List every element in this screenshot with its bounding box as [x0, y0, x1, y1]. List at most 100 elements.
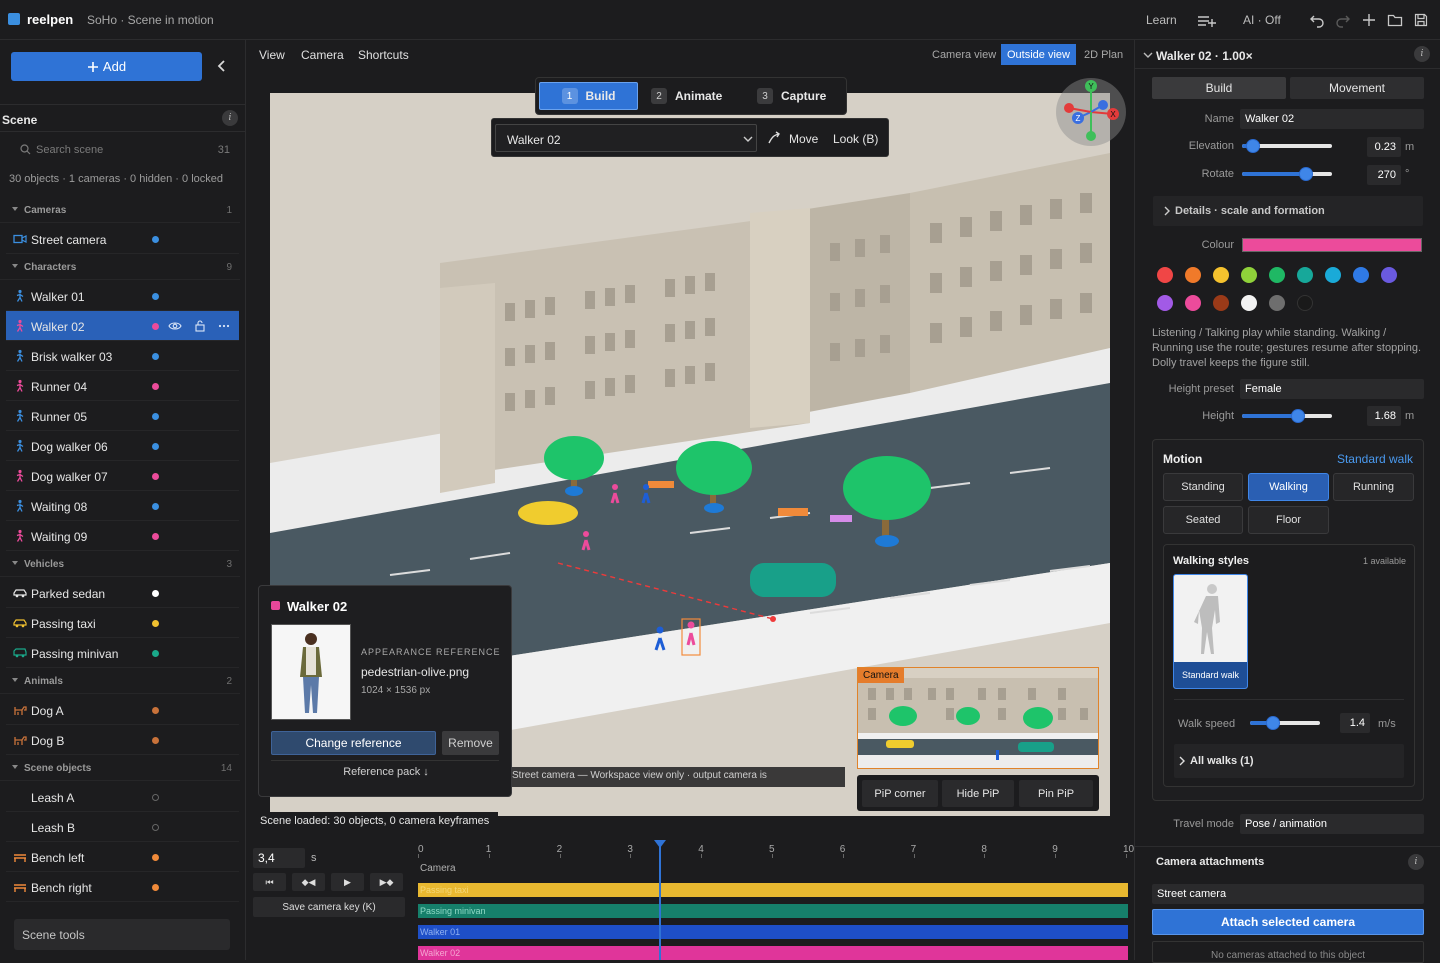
motion-running[interactable]: Running: [1333, 473, 1414, 501]
list-item[interactable]: Passing minivan: [6, 638, 239, 668]
search-scene[interactable]: Search scene 31: [8, 140, 238, 160]
rotate-slider[interactable]: [1242, 167, 1332, 181]
info-icon[interactable]: i: [222, 110, 238, 126]
group-animals[interactable]: Animals 2: [0, 668, 240, 694]
walk-speed-slider[interactable]: [1250, 716, 1320, 730]
list-item[interactable]: Parked sedan: [6, 578, 239, 608]
list-item[interactable]: Dog A: [6, 695, 239, 725]
list-item[interactable]: Brisk walker 03: [6, 341, 239, 371]
colour-swatch[interactable]: [1297, 295, 1313, 311]
group-vehicles[interactable]: Vehicles 3: [0, 551, 240, 577]
undo-icon[interactable]: [1309, 12, 1325, 28]
colour-swatch[interactable]: [1213, 295, 1229, 311]
list-item[interactable]: Bench left: [6, 842, 239, 872]
tab-movement[interactable]: Movement: [1290, 77, 1424, 99]
colour-swatch[interactable]: [1185, 267, 1201, 283]
list-item[interactable]: Bench right: [6, 872, 239, 902]
redo-icon[interactable]: [1335, 12, 1351, 28]
height-slider[interactable]: [1242, 409, 1332, 423]
group-cameras[interactable]: Cameras 1: [0, 197, 240, 223]
remove-reference-button[interactable]: Remove: [442, 731, 499, 755]
group-scene-objects[interactable]: Scene objects 14: [0, 755, 240, 781]
look-button[interactable]: Look (B): [833, 132, 878, 146]
colour-swatch[interactable]: [1353, 267, 1369, 283]
playhead-handle[interactable]: [653, 840, 666, 848]
folder-icon[interactable]: [1387, 12, 1403, 28]
tab-camera-view[interactable]: Camera view: [926, 44, 1002, 65]
colour-swatch[interactable]: [1241, 295, 1257, 311]
list-item[interactable]: Leash A: [6, 782, 239, 812]
menu-shortcuts[interactable]: Shortcuts: [358, 48, 409, 62]
details-expander[interactable]: Details · scale and formation: [1153, 196, 1423, 226]
search-input[interactable]: Search scene: [36, 144, 103, 156]
walk-speed-field[interactable]: 1.4: [1340, 713, 1370, 733]
step-build[interactable]: 1 Build: [539, 82, 638, 110]
prev-key-button[interactable]: ◆◀: [292, 873, 325, 891]
add-list-icon[interactable]: [1197, 13, 1216, 29]
step-capture[interactable]: 3 Capture: [757, 82, 826, 110]
collapse-sidebar-icon[interactable]: [214, 58, 230, 74]
more-icon[interactable]: [218, 324, 230, 328]
track-walker-01[interactable]: Walker 01: [418, 925, 1128, 939]
group-characters[interactable]: Characters 9: [0, 254, 240, 280]
tab-outside-view[interactable]: Outside view: [1001, 44, 1076, 65]
reference-pack-link[interactable]: Reference pack ↓: [259, 766, 513, 778]
track-passing-taxi[interactable]: Passing taxi: [418, 883, 1128, 897]
list-item[interactable]: Runner 04: [6, 371, 239, 401]
ai-toggle[interactable]: AI · Off: [1243, 13, 1281, 27]
save-icon[interactable]: [1413, 12, 1429, 28]
attach-camera-button[interactable]: Attach selected camera: [1152, 909, 1424, 935]
colour-swatch[interactable]: [1213, 267, 1229, 283]
timeline-ruler[interactable]: 0 1 2 3 4 5 6 7 8 9 10 Camera Passing taxi Passing…: [418, 838, 1134, 960]
add-button[interactable]: Add: [11, 52, 202, 81]
chevron-down-icon[interactable]: [1143, 51, 1153, 59]
info-icon[interactable]: i: [1408, 854, 1424, 870]
list-item[interactable]: Dog walker 06: [6, 431, 239, 461]
eye-icon[interactable]: [168, 320, 182, 332]
style-card-standard-walk[interactable]: Standard walk: [1173, 574, 1248, 689]
tab-2d-plan[interactable]: 2D Plan: [1078, 44, 1129, 65]
list-item[interactable]: Dog B: [6, 725, 239, 755]
jump-start-button[interactable]: ⏮: [253, 873, 286, 891]
plus-icon[interactable]: [1361, 12, 1377, 28]
list-item[interactable]: Street camera: [6, 224, 239, 254]
colour-swatch[interactable]: [1381, 267, 1397, 283]
time-input[interactable]: 3,4: [253, 848, 305, 868]
camera-pip[interactable]: Camera: [857, 667, 1099, 769]
list-item[interactable]: Waiting 09: [6, 521, 239, 551]
colour-swatch[interactable]: [1185, 295, 1201, 311]
next-key-button[interactable]: ▶◆: [370, 873, 403, 891]
playhead[interactable]: [658, 842, 661, 960]
list-item[interactable]: Leash B: [6, 812, 239, 842]
list-item-selected[interactable]: Walker 02: [6, 311, 239, 341]
hide-pip-button[interactable]: Hide PiP: [942, 780, 1014, 807]
colour-field[interactable]: [1242, 238, 1422, 252]
motion-standing[interactable]: Standing: [1163, 473, 1243, 501]
info-icon[interactable]: i: [1414, 46, 1430, 62]
list-item[interactable]: Dog walker 07: [6, 461, 239, 491]
list-item[interactable]: Passing taxi: [6, 608, 239, 638]
colour-swatch[interactable]: [1269, 295, 1285, 311]
pip-corner-button[interactable]: PiP corner: [862, 780, 938, 807]
colour-swatch[interactable]: [1241, 267, 1257, 283]
motion-seated[interactable]: Seated: [1163, 506, 1243, 534]
object-select[interactable]: Walker 02: [495, 124, 757, 152]
menu-view[interactable]: View: [259, 48, 285, 62]
rotate-field[interactable]: 270: [1367, 165, 1401, 185]
step-animate[interactable]: 2 Animate: [651, 82, 722, 110]
play-button[interactable]: ▶: [331, 873, 364, 891]
list-item[interactable]: Waiting 08: [6, 491, 239, 521]
elevation-field[interactable]: 0.23: [1367, 137, 1401, 157]
pin-pip-button[interactable]: Pin PiP: [1019, 780, 1093, 807]
orientation-gizmo[interactable]: Y X Z: [1056, 78, 1126, 146]
save-camera-key-button[interactable]: Save camera key (K): [253, 897, 405, 917]
move-button[interactable]: Move: [789, 132, 818, 146]
height-field[interactable]: 1.68: [1367, 406, 1401, 426]
colour-swatch[interactable]: [1157, 267, 1173, 283]
elevation-slider[interactable]: [1242, 139, 1332, 153]
camera-select[interactable]: Street camera: [1152, 884, 1424, 904]
colour-swatch[interactable]: [1269, 267, 1285, 283]
scene-tools-button[interactable]: Scene tools: [14, 919, 230, 950]
track-passing-minivan[interactable]: Passing minivan: [418, 904, 1128, 918]
tab-build[interactable]: Build: [1152, 77, 1286, 99]
